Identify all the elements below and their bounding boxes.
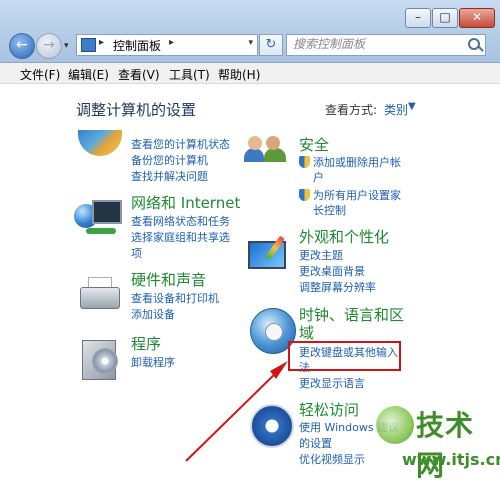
link-troubleshoot[interactable]: 查找并解决问题 xyxy=(131,169,208,184)
watermark-url: www.itjs.cn xyxy=(402,450,500,469)
minimize-button[interactable]: – xyxy=(405,8,431,28)
forward-button[interactable]: → xyxy=(36,33,62,59)
link-backup-computer[interactable]: 备份您的计算机 xyxy=(131,153,208,168)
back-button[interactable]: ← xyxy=(9,33,35,59)
link-uninstall-program[interactable]: 卸载程序 xyxy=(131,355,175,370)
link-homegroup-sharing-cont[interactable]: 项 xyxy=(131,246,142,261)
link-optimize-video[interactable]: 优化视频显示 xyxy=(299,452,365,467)
category-security[interactable]: 安全 xyxy=(299,136,329,154)
uac-shield-icon xyxy=(299,156,310,168)
breadcrumb-separator[interactable]: ▸ xyxy=(99,37,104,48)
link-homegroup-sharing[interactable]: 选择家庭组和共享选 xyxy=(131,230,230,245)
printer-icon[interactable] xyxy=(76,275,122,315)
category-programs[interactable]: 程序 xyxy=(131,335,161,353)
link-windows-suggested-cont[interactable]: 的设置 xyxy=(299,436,332,451)
link-screen-resolution[interactable]: 调整屏幕分辨率 xyxy=(299,280,376,295)
category-ease-of-access[interactable]: 轻松访问 xyxy=(299,401,359,419)
control-panel-icon xyxy=(81,38,96,52)
users-icon[interactable] xyxy=(244,136,290,162)
uac-shield-icon xyxy=(299,189,310,201)
breadcrumb-control-panel[interactable]: 控制面板 xyxy=(113,37,161,54)
category-clock-language-region[interactable]: 时钟、语言和区 xyxy=(299,306,404,324)
network-icon[interactable] xyxy=(72,198,122,242)
programs-icon[interactable] xyxy=(78,334,122,382)
recent-pages-chevron-down-icon[interactable]: ▾ xyxy=(64,41,69,51)
view-by-dropdown[interactable]: 类别 xyxy=(384,101,408,118)
link-add-remove-user[interactable]: 添加或删除用户帐 xyxy=(313,155,401,170)
menu-help[interactable]: 帮助(H) xyxy=(218,66,260,83)
annotation-arrow-icon xyxy=(185,361,288,462)
watermark: 技术网 www.itjs.cn xyxy=(368,400,500,482)
address-chevron-down-icon[interactable]: ▾ xyxy=(248,38,253,48)
breadcrumb-separator-trail[interactable]: ▸ xyxy=(169,37,174,48)
watermark-title: 技术网 xyxy=(416,409,475,482)
search-icon[interactable] xyxy=(468,38,480,50)
menu-edit[interactable]: 编辑(E) xyxy=(68,66,109,83)
category-hardware-sound[interactable]: 硬件和声音 xyxy=(131,271,206,289)
link-view-network-status[interactable]: 查看网络状态和任务 xyxy=(131,214,230,229)
maximize-button[interactable]: □ xyxy=(432,8,458,28)
category-network-internet[interactable]: 网络和 Internet xyxy=(131,194,240,212)
category-clock-language-region-cont[interactable]: 域 xyxy=(299,324,314,342)
address-bar[interactable]: ▸ 控制面板 ▸ ▾ xyxy=(76,34,258,56)
menu-tools[interactable]: 工具(T) xyxy=(169,66,210,83)
close-button[interactable]: ✕ xyxy=(459,8,495,28)
link-change-background[interactable]: 更改桌面背景 xyxy=(299,264,365,279)
annotation-highlight-box xyxy=(288,341,401,371)
watermark-logo-icon xyxy=(376,406,414,444)
page-title: 调整计算机的设置 xyxy=(76,101,197,119)
search-box[interactable] xyxy=(286,34,486,56)
menu-view[interactable]: 查看(V) xyxy=(118,66,160,83)
link-view-computer-status[interactable]: 查看您的计算机状态 xyxy=(131,137,230,152)
link-change-display-language[interactable]: 更改显示语言 xyxy=(299,376,365,391)
link-add-remove-user-cont[interactable]: 户 xyxy=(313,170,324,185)
link-change-theme[interactable]: 更改主题 xyxy=(299,248,343,263)
refresh-button[interactable]: ↻ xyxy=(259,34,283,56)
link-parental-controls-cont[interactable]: 长控制 xyxy=(313,203,346,218)
link-add-device[interactable]: 添加设备 xyxy=(131,307,175,322)
view-by-chevron-down-icon[interactable]: ▼ xyxy=(408,101,416,112)
category-appearance[interactable]: 外观和个性化 xyxy=(299,228,389,246)
view-by-label: 查看方式: xyxy=(325,103,378,117)
search-input[interactable] xyxy=(287,35,469,53)
menu-bar: 文件(F) 编辑(E) 查看(V) 工具(T) 帮助(H) xyxy=(0,63,500,84)
menu-file[interactable]: 文件(F) xyxy=(20,66,60,83)
link-devices-printers[interactable]: 查看设备和打印机 xyxy=(131,291,219,306)
link-parental-controls[interactable]: 为所有用户设置家 xyxy=(313,188,401,203)
appearance-icon[interactable] xyxy=(246,233,292,273)
